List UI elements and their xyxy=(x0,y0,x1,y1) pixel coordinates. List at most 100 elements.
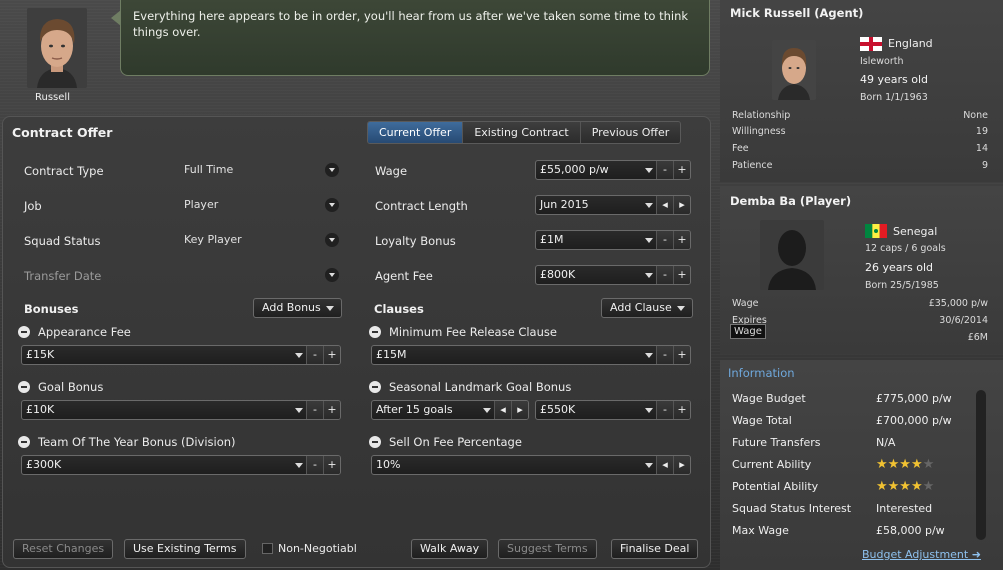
team-of-year-bonus-dropdown-icon[interactable] xyxy=(292,456,306,474)
contract-length-field[interactable]: Jun 2015 ◂ ▸ xyxy=(535,195,691,215)
landmark-goals-dropdown-icon[interactable] xyxy=(480,401,494,419)
remove-release-clause-icon[interactable] xyxy=(369,326,381,338)
contract-length-label: Contract Length xyxy=(375,199,468,213)
star-filled-icons: ★★★★ xyxy=(876,457,923,472)
remove-team-of-year-bonus-icon[interactable] xyxy=(18,436,30,448)
star-empty-icon: ★ xyxy=(922,479,935,494)
job-value[interactable]: Player xyxy=(184,198,218,211)
agent-fee-decrease-button[interactable]: - xyxy=(656,266,673,284)
contract-type-label: Contract Type xyxy=(24,164,104,178)
squad-status-label: Squad Status xyxy=(24,234,101,248)
sell-on-fee-dropdown-icon[interactable] xyxy=(642,456,656,474)
goal-bonus-decrease-button[interactable]: - xyxy=(306,401,323,419)
release-clause-dropdown-icon[interactable] xyxy=(642,346,656,364)
squad-status-dropdown-icon[interactable] xyxy=(325,233,339,247)
agent-fee-increase-button[interactable]: + xyxy=(673,266,690,284)
info-row-label: Potential Ability xyxy=(732,480,819,493)
agent-nation: England xyxy=(888,37,933,50)
current-ability-stars: ★★★★★ xyxy=(876,457,934,472)
agent-message-bubble: Everything here appears to be in order, … xyxy=(111,0,710,76)
wage-field[interactable]: £55,000 p/w - + xyxy=(535,160,691,180)
information-scrollbar[interactable] xyxy=(976,390,986,540)
goal-bonus-dropdown-icon[interactable] xyxy=(292,401,306,419)
contract-type-value[interactable]: Full Time xyxy=(184,163,233,176)
remove-goal-bonus-icon[interactable] xyxy=(18,381,30,393)
landmark-bonus-field[interactable]: £550K - + xyxy=(535,400,691,420)
player-age: 26 years old xyxy=(865,261,934,274)
release-clause-increase-button[interactable]: + xyxy=(673,346,690,364)
contract-length-next-button[interactable]: ▸ xyxy=(673,196,690,214)
finalise-deal-button[interactable]: Finalise Deal xyxy=(611,539,699,559)
suggest-terms-button[interactable]: Suggest Terms xyxy=(498,539,597,559)
remove-landmark-goal-bonus-icon[interactable] xyxy=(369,381,381,393)
sell-on-fee-value: 10% xyxy=(376,458,401,471)
add-bonus-button[interactable]: Add Bonus xyxy=(253,298,342,318)
squad-status-value[interactable]: Key Player xyxy=(184,233,242,246)
wage-increase-button[interactable]: + xyxy=(673,161,690,179)
player-nation: Senegal xyxy=(893,225,938,238)
contract-offer-panel xyxy=(2,116,711,568)
appearance-fee-decrease-button[interactable]: - xyxy=(306,346,323,364)
agent-info-panel xyxy=(720,0,1003,182)
appearance-fee-increase-button[interactable]: + xyxy=(323,346,340,364)
landmark-goals-next-button[interactable]: ▸ xyxy=(511,401,528,419)
appearance-fee-value: £15K xyxy=(26,348,55,361)
landmark-goals-prev-button[interactable]: ◂ xyxy=(494,401,511,419)
agent-portrait xyxy=(27,8,87,88)
bonuses-header: Bonuses xyxy=(24,302,79,316)
wage-decrease-button[interactable]: - xyxy=(656,161,673,179)
agent-fee-dropdown-icon[interactable] xyxy=(642,266,656,284)
remove-sell-on-fee-icon[interactable] xyxy=(369,436,381,448)
walk-away-button[interactable]: Walk Away xyxy=(411,539,489,559)
sell-on-fee-next-button[interactable]: ▸ xyxy=(673,456,690,474)
landmark-bonus-dropdown-icon[interactable] xyxy=(642,401,656,419)
team-of-year-bonus-decrease-button[interactable]: - xyxy=(306,456,323,474)
agent-fee-value: £800K xyxy=(540,268,576,281)
agent-town: Isleworth xyxy=(860,56,904,67)
contract-type-dropdown-icon[interactable] xyxy=(325,163,339,177)
player-silhouette xyxy=(760,220,824,290)
reset-changes-button[interactable]: Reset Changes xyxy=(13,539,114,559)
contract-length-dropdown-icon[interactable] xyxy=(642,196,656,214)
england-flag-icon xyxy=(860,37,882,51)
use-existing-terms-button[interactable]: Use Existing Terms xyxy=(124,539,246,559)
transfer-date-dropdown-icon[interactable] xyxy=(325,268,339,282)
goal-bonus-increase-button[interactable]: + xyxy=(323,401,340,419)
offer-tabs: Current Offer Existing Contract Previous… xyxy=(367,121,682,144)
tab-existing-contract[interactable]: Existing Contract xyxy=(463,122,581,143)
job-dropdown-icon[interactable] xyxy=(325,198,339,212)
agent-fee-label: Agent Fee xyxy=(375,269,433,283)
loyalty-bonus-decrease-button[interactable]: - xyxy=(656,231,673,249)
landmark-bonus-decrease-button[interactable]: - xyxy=(656,401,673,419)
goal-bonus-field[interactable]: £10K - + xyxy=(21,400,341,420)
loyalty-bonus-dropdown-icon[interactable] xyxy=(642,231,656,249)
loyalty-bonus-field[interactable]: £1M - + xyxy=(535,230,691,250)
wage-dropdown-icon[interactable] xyxy=(642,161,656,179)
landmark-bonus-increase-button[interactable]: + xyxy=(673,401,690,419)
agent-photo xyxy=(772,40,816,100)
player-stat-label: Wage xyxy=(732,298,759,309)
release-clause-decrease-button[interactable]: - xyxy=(656,346,673,364)
agent-fee-field[interactable]: £800K - + xyxy=(535,265,691,285)
loyalty-bonus-increase-button[interactable]: + xyxy=(673,231,690,249)
sell-on-fee-prev-button[interactable]: ◂ xyxy=(656,456,673,474)
contract-length-prev-button[interactable]: ◂ xyxy=(656,196,673,214)
remove-appearance-fee-icon[interactable] xyxy=(18,326,30,338)
add-clause-button[interactable]: Add Clause xyxy=(601,298,693,318)
sell-on-fee-field[interactable]: 10% ◂ ▸ xyxy=(371,455,691,475)
tab-previous-offer[interactable]: Previous Offer xyxy=(580,122,681,143)
wage-value: £55,000 p/w xyxy=(540,163,609,176)
appearance-fee-field[interactable]: £15K - + xyxy=(21,345,341,365)
appearance-fee-label: Appearance Fee xyxy=(38,325,131,339)
team-of-year-bonus-field[interactable]: £300K - + xyxy=(21,455,341,475)
info-row-label: Wage Budget xyxy=(732,392,806,405)
landmark-goals-field[interactable]: After 15 goals ◂ ▸ xyxy=(371,400,529,420)
team-of-year-bonus-increase-button[interactable]: + xyxy=(323,456,340,474)
release-clause-field[interactable]: £15M - + xyxy=(371,345,691,365)
budget-adjustment-link[interactable]: Budget Adjustment ➜ xyxy=(862,548,981,561)
appearance-fee-dropdown-icon[interactable] xyxy=(292,346,306,364)
goal-bonus-label: Goal Bonus xyxy=(38,380,104,394)
landmark-bonus-value: £550K xyxy=(540,403,576,416)
tab-current-offer[interactable]: Current Offer xyxy=(368,122,464,143)
non-negotiable-checkbox[interactable] xyxy=(262,543,273,554)
